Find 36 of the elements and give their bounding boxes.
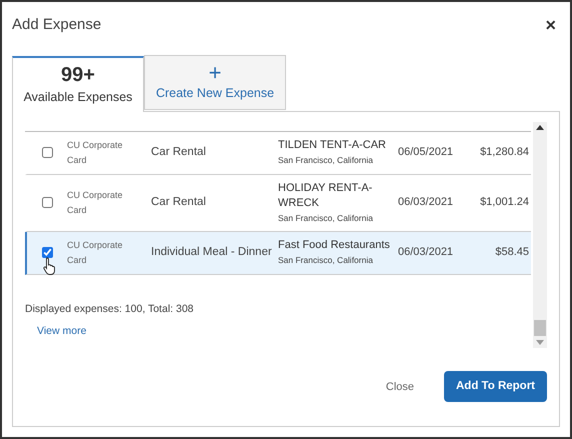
add-to-report-button[interactable]: Add To Report: [444, 371, 547, 402]
merchant-cell-text: HOLIDAY RENT-A-WRECK: [278, 180, 374, 210]
location-cell-text: San Francisco, California: [278, 254, 374, 267]
expense-row[interactable]: CU Corporate Card Car Rental TILDEN TENT-A-CAR San Francisco, California 06/05/2021 $1,280.84: [25, 132, 531, 174]
type-cell-text: Car Rental: [151, 194, 207, 210]
source-cell-text: CU Corporate Card: [67, 238, 124, 266]
merchant-cell-text: TILDEN TENT-A-CAR: [278, 138, 387, 153]
hand-pointer-icon: [43, 257, 57, 275]
scrollbar[interactable]: [533, 122, 547, 348]
date-cell-text: 06/03/2021: [398, 245, 454, 260]
close-button[interactable]: Close: [378, 372, 422, 401]
date-cell-text: 06/05/2021: [398, 145, 454, 160]
tab[interactable]: + Create New Expense: [144, 54, 286, 110]
checkbox[interactable]: [42, 197, 52, 208]
source-cell-text: CU Corporate Card: [67, 138, 124, 166]
amount-cell-text: $1,001.24: [479, 195, 530, 210]
amount-cell-text: $58.45: [494, 245, 530, 260]
view-more-link[interactable]: View more: [25, 324, 531, 340]
type-cell-text: Individual Meal - Dinner: [151, 244, 273, 260]
tab[interactable]: 99+ Available Expenses: [12, 56, 144, 112]
expense-row[interactable]: CU Corporate Card Individual Meal - Dinner Fast Food Restaurants San Francisco, California 06/03/2021 $58.45: [25, 232, 531, 274]
scroll-thumb[interactable]: [534, 320, 546, 336]
merchant-cell-text: Fast Food Restaurants: [278, 238, 391, 253]
scroll-up-icon[interactable]: [536, 124, 544, 130]
location-cell-text: San Francisco, California: [278, 212, 374, 224]
type-cell-text: Car Rental: [151, 144, 207, 160]
close-button[interactable]: ×: [545, 16, 560, 34]
date-cell-text: 06/03/2021: [398, 195, 454, 210]
checkbox[interactable]: [42, 147, 52, 158]
source-cell-text: CU Corporate Card: [67, 188, 124, 216]
summary-text: Displayed expenses: 100, Total: 308: [25, 302, 195, 317]
window-title: Add Expense: [12, 15, 102, 35]
checkbox[interactable]: [42, 247, 52, 258]
location-cell-text: San Francisco, California: [278, 154, 374, 167]
amount-cell-text: $1,280.84: [479, 145, 530, 160]
scroll-down-icon[interactable]: [536, 340, 544, 344]
